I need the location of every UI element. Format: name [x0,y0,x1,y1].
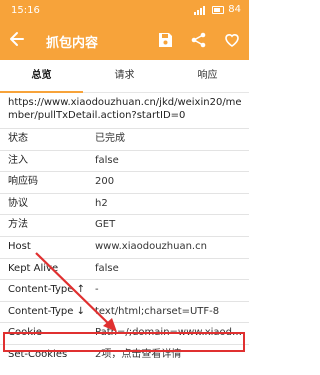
detail-value: false [95,262,119,274]
detail-value: text/html;charset=UTF-8 [95,305,220,317]
detail-key: 注入 [8,154,28,166]
detail-row-host: Host www.xiaodouzhuan.cn [0,235,249,258]
detail-value: - [95,284,99,296]
detail-value: false [95,154,119,166]
heart-icon[interactable] [223,31,241,49]
cookie-highlight-box [3,332,245,352]
battery-level: 84 [228,4,241,15]
detail-row-method: 方法 GET [0,214,249,236]
detail-value: GET [95,219,116,231]
status-icons: 84 [194,4,241,15]
tab-request[interactable]: 请求 [83,60,166,92]
detail-key: Kept Alive [8,262,59,274]
detail-key: 响应码 [8,176,38,188]
detail-row-kept-alive: Kept Alive false [0,257,249,280]
detail-key: 状态 [8,133,28,144]
app-toolbar: 抓包内容 [0,21,249,60]
back-arrow-icon[interactable] [8,30,26,48]
tab-response[interactable]: 响应 [166,60,249,92]
status-time: 15:16 [11,5,40,16]
detail-value: h2 [95,197,108,209]
detail-row-inject: 注入 false [0,149,249,172]
page-title: 抓包内容 [46,36,99,51]
battery-icon [212,5,225,14]
detail-row-response-code: 响应码 200 [0,171,249,193]
detail-key: 协议 [8,197,28,209]
detail-list: 状态 已完成 注入 false 响应码 200 协议 h2 方法 GET Hos… [0,128,249,366]
request-url: https://www.xiaodouzhuan.cn/jkd/weixin20… [8,97,242,121]
status-bar: 15:16 84 [0,0,249,21]
tab-overview[interactable]: 总览 [0,60,83,93]
detail-key: Content-Type ↑ [8,284,85,296]
detail-value: 200 [95,176,115,188]
detail-value: 已完成 [95,133,125,144]
detail-value: www.xiaodouzhuan.cn [95,240,207,252]
detail-row-content-type-down: Content-Type ↓ text/html;charset=UTF-8 [0,300,249,323]
signal-icon [194,5,208,15]
detail-row-protocol: 协议 h2 [0,192,249,215]
share-icon[interactable] [190,31,208,49]
detail-key: 方法 [8,219,28,231]
save-icon[interactable] [156,31,174,49]
detail-row-content-type-up: Content-Type ↑ - [0,279,249,301]
detail-key: Host [8,240,31,252]
detail-row-status: 状态 已完成 [0,128,249,150]
detail-key: Content-Type ↓ [8,305,85,317]
tab-bar: 总览 请求 响应 [0,60,249,93]
